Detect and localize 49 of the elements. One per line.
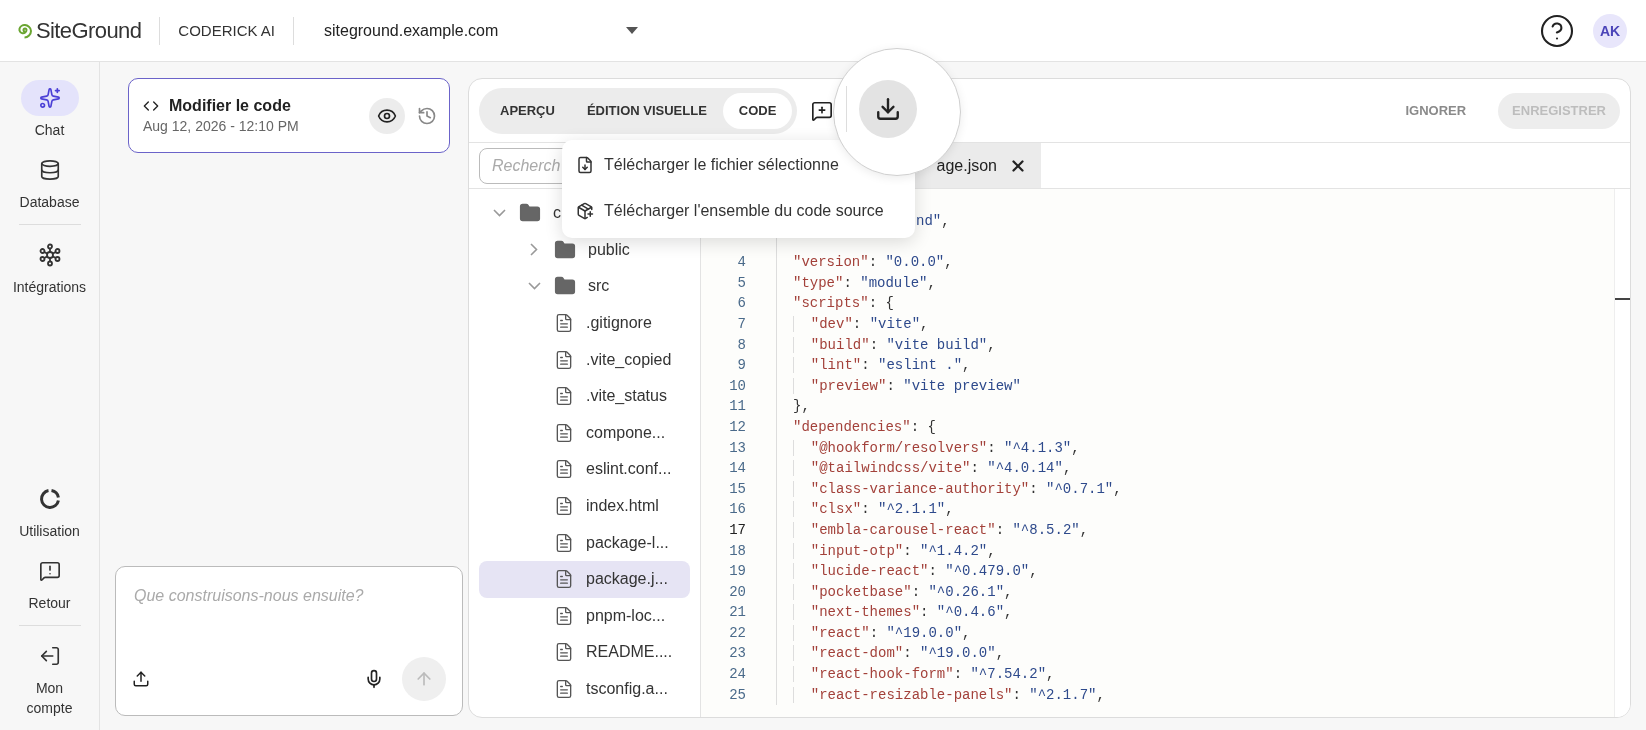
line-number: 24	[728, 665, 746, 685]
code-line: "preview": "vite preview"	[793, 375, 1021, 397]
code-line: "react-dom": "^19.0.0",	[793, 643, 1005, 665]
code-line: "@hookform/resolvers": "^4.1.3",	[793, 437, 1080, 459]
line-number: 5	[736, 273, 746, 293]
line-number: 6	[736, 294, 746, 314]
code-line: "react-resizable-panels": "^2.1.7",	[793, 684, 1105, 706]
line-number: 8	[736, 335, 746, 355]
line-number: 11	[728, 397, 746, 417]
code-line: "build": "vite build",	[793, 334, 996, 356]
code-line: "next-themes": "^0.4.6",	[793, 602, 1013, 623]
line-number: 20	[728, 582, 746, 602]
line-number: 21	[728, 603, 746, 623]
line-number: 13	[728, 438, 746, 458]
card-date: Aug 12, 2026 - 12:10 PM	[143, 118, 300, 134]
logo-text: SiteGround	[36, 17, 142, 44]
line-number: 9	[736, 356, 746, 376]
code-line: "input-otp": "^1.4.2",	[793, 540, 996, 562]
code-line: "dev": "vite",	[793, 313, 929, 335]
code-line: "embla-carousel-react": "^8.5.2",	[793, 519, 1089, 541]
code-line: "@tailwindcss/vite": "^4.0.14",	[793, 458, 1072, 479]
code-line: "lint": "eslint .",	[793, 355, 971, 376]
code-line: "class-variance-authority": "^0.7.1",	[793, 478, 1122, 500]
line-number: 4	[736, 253, 746, 273]
product-name: CODERICK AI	[178, 22, 275, 39]
code-line: "type": "module",	[793, 273, 936, 293]
line-number: 17	[728, 520, 746, 540]
code-line: "lucide-react": "^0.479.0",	[793, 561, 1038, 582]
line-number: 14	[728, 459, 746, 479]
line-number: 12	[728, 417, 746, 437]
line-number: 22	[728, 623, 746, 643]
line-number: 16	[728, 500, 746, 520]
line-number: 18	[728, 541, 746, 561]
code-line: "pocketbase": "^0.26.1",	[793, 581, 1013, 603]
code-line: "clsx": "^2.1.1",	[793, 499, 954, 520]
code-line: "version": "0.0.0",	[793, 253, 953, 273]
code-line: },	[793, 397, 810, 417]
line-number: 7	[736, 314, 746, 334]
code-line: "react": "^19.0.0",	[793, 622, 971, 644]
line-number: 25	[728, 685, 746, 705]
line-number: 15	[728, 479, 746, 499]
line-number: 10	[728, 376, 746, 396]
code-line: "scripts": {	[793, 294, 894, 314]
card-title: Modifier le code	[169, 97, 291, 115]
line-number: 23	[728, 644, 746, 664]
line-number: 19	[728, 562, 746, 582]
code-line: nd",	[916, 212, 950, 231]
code-line: "dependencies": {	[793, 417, 936, 437]
code-line: "react-hook-form": "^7.54.2",	[793, 664, 1055, 685]
